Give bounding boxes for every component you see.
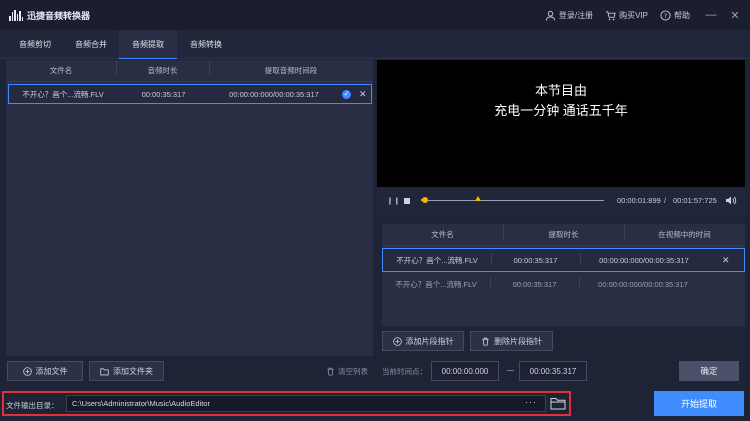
help-icon: ? <box>660 9 671 21</box>
progress-knob[interactable] <box>421 197 428 203</box>
subtitle-line-1: 本节目由 <box>534 83 587 98</box>
segment-table-header: 文件名 提取时长 在视频中的时间 <box>382 224 745 246</box>
file-list-panel: 文件名 音频时长 提取音频时间段 不开心？画个...流畅.FLV 00:00:3… <box>6 60 373 356</box>
tab-audio-extract[interactable]: 音频提取 <box>119 30 177 59</box>
column-duration: 音频时长 <box>116 61 209 76</box>
file-name: 不开心？画个...流畅.FLV <box>22 89 104 99</box>
open-folder-icon[interactable] <box>550 397 566 410</box>
tab-audio-cut[interactable]: 音频剪切 <box>7 30 63 59</box>
help-button[interactable]: ? 帮助 <box>660 9 690 21</box>
tab-bar: 音频剪切 音频合并 音频提取 音频转换 <box>0 30 750 59</box>
player-controls: ❙❙ 00:00:01:899 / 00:01:57:725 <box>377 187 745 215</box>
add-folder-button[interactable]: 添加文件夹 <box>89 361 164 381</box>
time-point-label: 当前时间点： <box>382 367 427 376</box>
subtitle-line-2: 充电一分钟 通话五千年 <box>494 103 628 118</box>
segment-range: 00:00:00:000/00:00:35:317 <box>579 276 707 289</box>
current-time: 00:00:01:899 <box>617 196 661 205</box>
file-row[interactable]: 不开心？画个...流畅.FLV 00:00:35:317 00:00:00:00… <box>8 84 372 104</box>
trash-icon <box>327 367 334 376</box>
pause-icon[interactable]: ❙❙ <box>387 197 401 205</box>
seg-column-range: 在视频中的时间 <box>624 225 745 240</box>
time-range-dash <box>507 370 514 371</box>
end-time-input[interactable]: 00:00:35.317 <box>519 361 587 381</box>
segment-row[interactable]: 不开心？画个...流畅.FLV 00:00:35:317 00:00:00:00… <box>382 272 745 296</box>
column-filename: 文件名 <box>49 66 73 75</box>
segment-name: 不开心？画个...流畅.FLV <box>396 255 478 265</box>
svg-text:?: ? <box>664 11 667 19</box>
time-separator: / <box>664 196 667 205</box>
total-time: 00:01:57:725 <box>673 196 717 205</box>
segment-duration: 00:00:35:317 <box>490 276 579 289</box>
segment-row[interactable]: 不开心？画个...流畅.FLV 00:00:35:317 00:00:00:00… <box>382 248 745 272</box>
title-bar: 迅捷音频转换器 登录/注册 购买VIP ? 帮助 — ✕ <box>0 0 750 30</box>
minimize-button[interactable]: — <box>702 6 720 24</box>
remove-file-icon[interactable]: ✕ <box>359 89 367 100</box>
output-path: C:\Users\Administrator\Music\AudioEditor <box>72 399 210 408</box>
segment-start-marker[interactable] <box>475 196 481 201</box>
column-segment: 提取音频时间段 <box>209 61 373 76</box>
close-icon: ✕ <box>730 9 740 22</box>
progress-track[interactable] <box>421 196 604 203</box>
confirm-button[interactable]: 确定 <box>679 361 739 381</box>
add-marker-button[interactable]: 添加片段指针 <box>382 331 464 351</box>
minimize-icon: — <box>705 9 717 21</box>
user-icon <box>545 10 555 21</box>
browse-more-button[interactable]: ··· <box>525 397 537 407</box>
start-extract-button[interactable]: 开始提取 <box>654 391 744 416</box>
tab-audio-merge[interactable]: 音频合并 <box>63 30 119 59</box>
segment-range: 00:00:00:000/00:00:35:317 <box>580 252 708 265</box>
file-duration: 00:00:35:317 <box>141 89 186 99</box>
clear-list-button[interactable]: 清空列表 <box>326 366 368 377</box>
seg-column-duration: 提取时长 <box>503 225 624 240</box>
segment-name: 不开心？画个...流畅.FLV <box>395 279 477 289</box>
trash-icon <box>482 337 489 346</box>
tab-audio-convert[interactable]: 音频转换 <box>177 30 235 59</box>
volume-icon[interactable] <box>725 195 737 206</box>
login-button[interactable]: 登录/注册 <box>545 10 593 21</box>
stop-icon[interactable] <box>404 198 410 204</box>
file-segment: 00:00:00:000/00:00:35:317 <box>229 89 319 99</box>
app-logo-icon <box>9 10 23 21</box>
buy-vip-button[interactable]: 购买VIP <box>605 10 648 21</box>
close-window-button[interactable]: ✕ <box>726 6 744 24</box>
output-label: 文件输出目录： <box>6 401 59 410</box>
output-directory-bar: 文件输出目录： C:\Users\Administrator\Music\Aud… <box>2 391 571 416</box>
segment-duration: 00:00:35:317 <box>491 252 580 265</box>
add-circle-icon <box>22 366 32 376</box>
add-file-button[interactable]: 添加文件 <box>7 361 83 381</box>
output-path-field[interactable]: C:\Users\Administrator\Music\AudioEditor… <box>66 395 546 412</box>
delete-marker-button[interactable]: 删除片段指针 <box>470 331 553 351</box>
folder-icon <box>100 367 109 375</box>
file-table-header: 文件名 音频时长 提取音频时间段 <box>6 60 373 82</box>
check-icon[interactable]: ✓ <box>342 89 351 99</box>
video-preview[interactable]: 本节目由 充电一分钟 通话五千年 <box>377 60 745 187</box>
app-title: 迅捷音频转换器 <box>27 11 91 21</box>
start-time-input[interactable]: 00:00:00.000 <box>431 361 499 381</box>
remove-segment-icon[interactable]: ✕ <box>722 255 730 266</box>
seg-column-filename: 文件名 <box>431 230 454 239</box>
segment-panel: 文件名 提取时长 在视频中的时间 不开心？画个...流畅.FLV 00:00:3… <box>382 224 745 326</box>
add-circle-icon <box>392 336 402 346</box>
cart-icon <box>606 10 616 20</box>
